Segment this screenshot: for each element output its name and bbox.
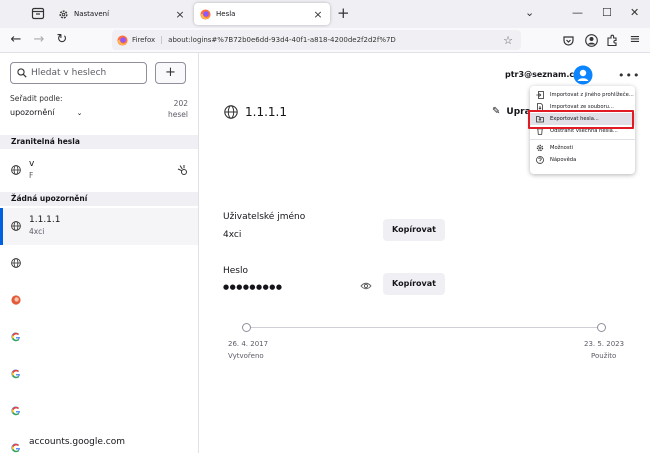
list-item-title: accounts.google.com [29,437,125,447]
chevron-down-icon: ⌄ [76,108,83,117]
sort-select[interactable]: upozornění ⌄ [10,108,82,117]
globe-icon [11,221,21,231]
menu-item-help[interactable]: Nápověda [530,154,635,166]
logins-sidebar: + Seřadit podle: upozornění ⌄ 202 hesel … [0,53,199,453]
maximize-icon[interactable]: ☐ [602,6,612,19]
navigation-toolbar: ← → ↻ Firefox about:logins#%7B72b0e6dd-9… [0,28,650,53]
app-menu-icon[interactable]: ≡ [627,32,643,48]
list-item[interactable] [0,319,198,356]
google-icon [11,369,20,379]
login-title: 1.1.1.1 [245,105,287,119]
account-icon[interactable] [585,34,598,47]
list-item-title: 1.1.1.1 [29,215,61,225]
timeline-dot-used [597,323,606,332]
count-unit: hesel [168,110,188,119]
used-caption: Použito [591,352,617,360]
created-date: 26. 4. 2017 [228,340,269,348]
menu-item-label: Importovat z jiného prohlížeče... [550,92,634,98]
gear-icon [536,144,544,152]
list-item[interactable]: 1.1.1.1 4xci [0,208,198,245]
search-box[interactable] [10,62,147,84]
search-icon [17,68,27,78]
site-favicon-icon [11,295,21,305]
group-header-vulnerable: Zranitelná hesla [0,135,198,149]
window-close-icon[interactable]: ✕ [630,6,639,19]
tab-list-icon[interactable] [31,7,45,20]
login-count: 202 hesel [168,98,188,120]
firefox-icon [117,34,128,46]
reload-icon[interactable]: ↻ [54,32,70,48]
globe-icon [11,258,21,268]
url-text[interactable]: about:logins#%7B72b0e6dd-93d4-40f1-a818-… [168,36,503,44]
sort-value: upozornění [10,108,55,117]
extensions-icon[interactable] [606,34,619,47]
created-caption: Vytvořeno [228,352,264,360]
list-item[interactable] [0,245,198,282]
copy-username-button[interactable]: Kopírovat [383,219,445,241]
back-icon[interactable]: ← [8,32,24,48]
menu-item-import-browser[interactable]: Importovat z jiného prohlížeče... [530,89,635,101]
list-item[interactable]: v F [0,152,198,189]
pocket-icon[interactable] [562,34,575,47]
firefox-icon [200,8,211,20]
list-item[interactable] [0,356,198,393]
tab-settings[interactable]: Nastavení × [52,3,192,25]
more-options-menu: Importovat z jiného prohlížeče... Import… [530,86,635,174]
annotation-highlight-box [528,110,634,129]
tab-passwords[interactable]: Hesla × [194,3,330,25]
eye-icon[interactable] [360,281,372,291]
timeline-dot-created [242,323,251,332]
tab-label: Nastavení [74,10,110,18]
tab-strip: Nastavení × Hesla × + ⌄ — ☐ ✕ [0,0,650,28]
password-value: ●●●●●●●●● [223,283,283,291]
add-login-button[interactable]: + [155,62,186,84]
close-icon[interactable]: × [174,8,186,21]
forward-icon[interactable]: → [31,32,47,48]
tab-label: Hesla [216,10,236,18]
count-number: 202 [173,99,188,108]
google-icon [11,332,20,342]
vulnerable-password-icon [177,165,187,175]
list-item[interactable] [0,282,198,319]
menu-separator [530,139,635,140]
new-tab-button[interactable]: + [337,4,350,22]
menu-item-label: Nápověda [550,157,577,163]
used-date: 23. 5. 2023 [584,340,625,348]
help-icon [536,156,544,164]
group-header-no-alerts: Žádná upozornění [0,192,198,206]
list-item-subtitle: 4xci [29,227,45,236]
chevron-down-icon[interactable]: ⌄ [525,6,534,19]
search-input[interactable] [31,68,141,78]
username-value: 4xci [223,230,242,240]
username-label: Uživatelské jméno [223,212,306,222]
list-item[interactable]: accounts.google.com [0,430,198,453]
url-brand: Firefox [132,36,163,44]
account-email: ptr3@seznam.cz [505,70,579,79]
menu-item-options[interactable]: Možnosti [530,142,635,154]
edit-button[interactable]: ✎ Upra [492,106,531,117]
pencil-icon: ✎ [492,106,501,117]
google-icon [11,443,20,453]
list-item-subtitle: F [29,171,34,180]
bookmark-star-icon[interactable]: ☆ [503,34,513,47]
password-label: Heslo [223,266,249,276]
minimize-icon[interactable]: — [572,6,583,19]
url-bar[interactable]: Firefox about:logins#%7B72b0e6dd-93d4-40… [112,30,521,50]
avatar[interactable] [573,65,593,85]
list-item-title: v [29,159,35,169]
globe-icon [11,165,21,175]
close-icon[interactable]: × [312,8,324,21]
globe-icon [224,105,238,119]
gear-icon [59,9,68,19]
more-menu-button[interactable]: ••• [618,69,640,82]
import-browser-icon [536,91,544,99]
sort-label: Seřadit podle: [10,94,63,103]
google-icon [11,406,20,416]
timeline-line [246,327,602,328]
copy-password-button[interactable]: Kopírovat [383,273,445,295]
list-item[interactable] [0,393,198,430]
menu-item-label: Možnosti [550,145,574,151]
